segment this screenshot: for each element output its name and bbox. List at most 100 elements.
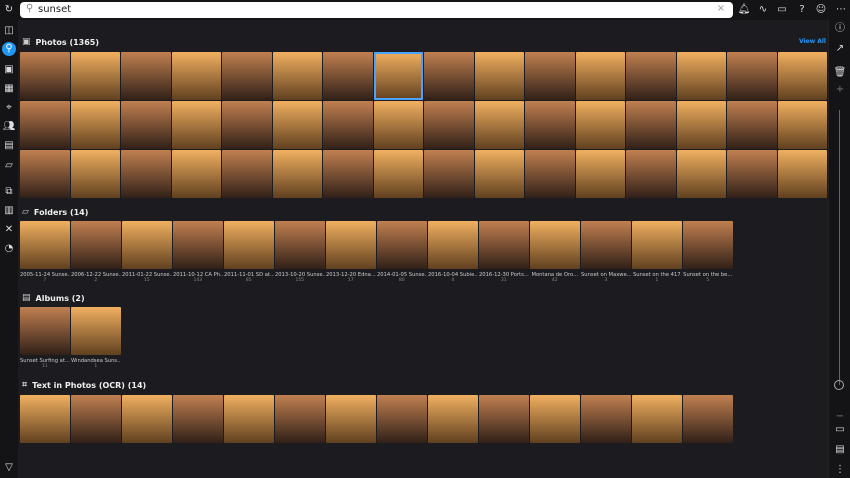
thumbnail[interactable] xyxy=(377,395,427,443)
thumbnail[interactable] xyxy=(323,101,373,149)
search-nav-icon[interactable]: ⚲ xyxy=(2,42,16,56)
folders-nav-icon[interactable]: ▱ xyxy=(2,160,16,172)
thumbnail[interactable] xyxy=(122,395,172,443)
clear-search-button[interactable]: × xyxy=(717,3,725,14)
info-icon[interactable]: ⓘ xyxy=(833,23,847,35)
thumbnail[interactable] xyxy=(121,52,171,100)
thumbnail[interactable] xyxy=(20,307,70,355)
thumbnail[interactable] xyxy=(326,395,376,443)
thumbnail[interactable] xyxy=(777,52,827,100)
thumbnail[interactable] xyxy=(20,101,70,149)
zoom-slider-handle[interactable] xyxy=(834,380,844,390)
thumbnail[interactable] xyxy=(479,395,529,443)
thumbnail[interactable] xyxy=(70,101,120,149)
tools-nav-icon[interactable]: ✕ xyxy=(2,224,16,236)
zoom-out-icon[interactable]: − xyxy=(833,411,847,423)
thumbnail[interactable] xyxy=(173,395,223,443)
thumbnail[interactable] xyxy=(777,101,827,149)
thumbnail[interactable] xyxy=(224,395,274,443)
thumbnail[interactable] xyxy=(377,221,427,269)
thumbnail[interactable] xyxy=(727,52,777,100)
folder-item[interactable]: 2011-11-01 SD at... 85 xyxy=(224,221,274,283)
people-nav-icon[interactable]: 👥︎ xyxy=(2,121,16,133)
help-icon[interactable]: ? xyxy=(795,4,809,16)
thumbnail[interactable] xyxy=(626,150,676,198)
thumbnail[interactable] xyxy=(71,307,121,355)
thumbnail[interactable] xyxy=(530,395,580,443)
folder-item[interactable]: 2013-12-20 Edna... 17 xyxy=(326,221,376,283)
calendar-nav-icon[interactable]: ▦ xyxy=(2,83,16,95)
thumbnail[interactable] xyxy=(20,150,70,198)
folder-item[interactable]: Sunset on the be... 5 xyxy=(683,221,733,283)
folder-item[interactable]: 2016-10-04 Subie... 4 xyxy=(428,221,478,283)
thumbnail[interactable] xyxy=(323,52,373,100)
thumbnail[interactable] xyxy=(121,150,171,198)
collections-nav-icon[interactable]: ⧉ xyxy=(2,186,16,198)
thumbnail[interactable] xyxy=(222,150,272,198)
sidebar-toggle-icon[interactable]: ◫ xyxy=(2,25,16,37)
places-nav-icon[interactable]: ⌖ xyxy=(2,102,16,114)
album-item[interactable]: Sunset Surfing at... 11 xyxy=(20,307,70,369)
thumbnail[interactable] xyxy=(676,52,726,100)
thumbnail[interactable] xyxy=(575,52,625,100)
search-field[interactable]: ⚲ × xyxy=(20,2,733,18)
thumbnail[interactable] xyxy=(530,221,580,269)
thumbnail[interactable] xyxy=(474,52,524,100)
account-icon[interactable]: ☺ xyxy=(814,4,828,16)
thumbnail[interactable] xyxy=(581,395,631,443)
thumbnail[interactable] xyxy=(683,221,733,269)
thumbnail[interactable] xyxy=(20,221,70,269)
folder-item[interactable]: 2014-01-05 Sunse... 80 xyxy=(377,221,427,283)
folder-item[interactable]: 2011-01-22 Sunse... 15 xyxy=(122,221,172,283)
thumbnail[interactable] xyxy=(676,101,726,149)
thumbnail[interactable] xyxy=(272,101,322,149)
folder-item[interactable]: 2016-12-30 Ports... 31 xyxy=(479,221,529,283)
refresh-icon[interactable]: ↻ xyxy=(2,4,16,16)
thumbnail[interactable] xyxy=(173,221,223,269)
thumbnail[interactable] xyxy=(373,52,423,100)
open-external-icon[interactable]: ↗ xyxy=(833,43,847,55)
thumbnail[interactable] xyxy=(171,52,221,100)
thumbnail[interactable] xyxy=(632,221,682,269)
slideshow-nav-icon[interactable]: ▥ xyxy=(2,205,16,217)
thumbnail[interactable] xyxy=(121,101,171,149)
thumbnail[interactable] xyxy=(323,150,373,198)
thumbnail[interactable] xyxy=(424,52,474,100)
photos-nav-icon[interactable]: ▣ xyxy=(2,64,16,76)
thumbnail[interactable] xyxy=(777,150,827,198)
thumbnail[interactable] xyxy=(275,221,325,269)
thumbnail[interactable] xyxy=(70,52,120,100)
thumbnail[interactable] xyxy=(727,101,777,149)
thumbnail[interactable] xyxy=(275,395,325,443)
thumbnail[interactable] xyxy=(122,221,172,269)
thumbnail[interactable] xyxy=(326,221,376,269)
folder-item[interactable]: 2013-10-20 Sunse... 155 xyxy=(275,221,325,283)
thumbnail[interactable] xyxy=(632,395,682,443)
thumbnail[interactable] xyxy=(525,52,575,100)
thumbnail[interactable] xyxy=(474,101,524,149)
thumbnail[interactable] xyxy=(581,221,631,269)
thumbnail[interactable] xyxy=(474,150,524,198)
thumbnail[interactable] xyxy=(626,101,676,149)
thumbnail[interactable] xyxy=(222,101,272,149)
thumbnail[interactable] xyxy=(525,101,575,149)
more-icon[interactable]: ⋯ xyxy=(834,4,848,16)
folder-item[interactable]: Sunset on the 417 1 xyxy=(632,221,682,283)
thumbnail[interactable] xyxy=(20,52,70,100)
thumbnail[interactable] xyxy=(428,395,478,443)
thumbnail[interactable] xyxy=(70,150,120,198)
thumbnail[interactable] xyxy=(626,52,676,100)
thumbnail[interactable] xyxy=(20,395,70,443)
thumbnail[interactable] xyxy=(272,150,322,198)
thumbnail[interactable] xyxy=(373,101,423,149)
thumbnail[interactable] xyxy=(676,150,726,198)
thumbnail[interactable] xyxy=(525,150,575,198)
zoom-in-icon[interactable]: + xyxy=(833,84,847,96)
search-input[interactable] xyxy=(38,3,708,16)
filter-icon[interactable]: ▽ xyxy=(2,462,16,474)
thumbnail[interactable] xyxy=(683,395,733,443)
thumbnail[interactable] xyxy=(424,101,474,149)
activity-icon[interactable]: ∿ xyxy=(756,4,770,16)
thumbnail[interactable] xyxy=(575,150,625,198)
folder-item[interactable]: 2011-10-12 CA Ph... 143 xyxy=(173,221,223,283)
